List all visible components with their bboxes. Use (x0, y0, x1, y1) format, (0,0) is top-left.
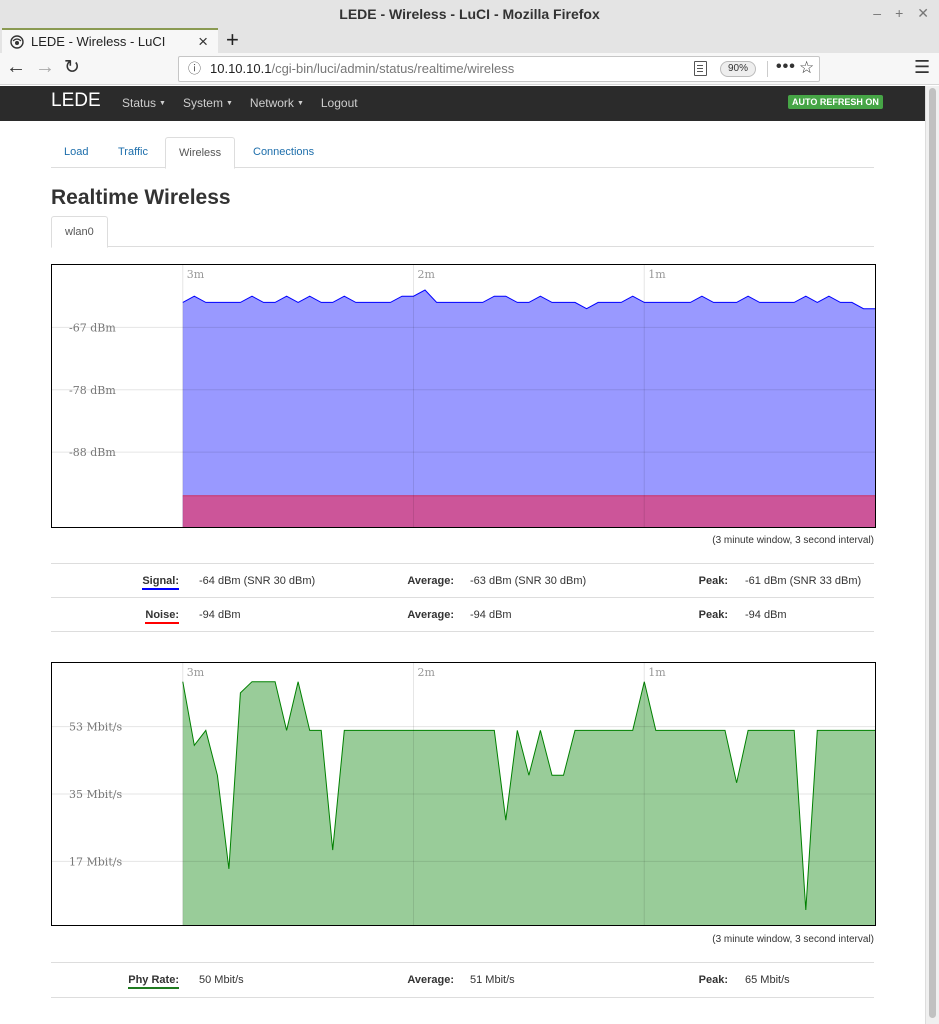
menu-logout[interactable]: Logout (321, 86, 358, 121)
browser-tab[interactable]: LEDE - Wireless - LuCI × (2, 28, 218, 53)
caret-down-icon: ▼ (225, 100, 233, 107)
noise-area (182, 495, 875, 527)
value-tick-label: -67 dBm (69, 321, 116, 334)
zoom-level-badge[interactable]: 90% (720, 61, 757, 77)
signal-peak-value: -61 dBm (SNR 33 dBm) (745, 575, 862, 587)
phy-rate-peak-value: 65 Mbit/s (745, 974, 790, 986)
lede-favicon-icon (10, 34, 24, 49)
phy-rate-peak-label: Peak: (698, 974, 728, 986)
auto-refresh-badge[interactable]: AUTO REFRESH ON (788, 95, 883, 109)
menu-system[interactable]: System ▼ (183, 86, 233, 121)
rate-window-note: (3 minute window, 3 second interval) (712, 934, 874, 945)
window-titlebar: LEDE - Wireless - LuCI - Mozilla Firefox… (0, 0, 939, 28)
page-actions-icon[interactable]: ••• (776, 55, 796, 79)
page-title: Realtime Wireless (51, 186, 231, 209)
noise-label: Noise: (145, 609, 179, 624)
phy-rate-average-value: 51 Mbit/s (470, 974, 515, 986)
phy-rate-area (182, 681, 875, 925)
signal-average-label: Average: (407, 575, 454, 587)
info-icon[interactable]: ⓘ (188, 57, 201, 81)
page-scrollbar[interactable] (925, 86, 939, 1024)
time-tick-label: 2m (418, 666, 436, 679)
url-text[interactable]: 10.10.10.1/cgi-bin/luci/admin/status/rea… (210, 57, 514, 81)
time-tick-label: 1m (648, 268, 666, 281)
signal-row: Signal: -64 dBm (SNR 30 dBm) Average: -6… (51, 564, 874, 598)
tab-connections[interactable]: Connections (240, 137, 327, 168)
signal-chart-svg: 3m 2m 1m -67 dBm -78 dBm -88 dBm (52, 265, 875, 527)
value-tick-label: 17 Mbit/s (69, 855, 122, 868)
bookmark-star-icon[interactable]: ☆ (799, 56, 814, 80)
tab-wireless[interactable]: Wireless (165, 137, 236, 169)
tab-title: LEDE - Wireless - LuCI (31, 34, 166, 49)
maximize-icon[interactable]: + (895, 0, 903, 28)
menu-network[interactable]: Network ▼ (250, 86, 304, 121)
main-menu: Status ▼ System ▼ Network ▼ Logout (122, 86, 375, 121)
tab-strip: LEDE - Wireless - LuCI × + (0, 28, 939, 53)
signal-value: -64 dBm (SNR 30 dBm) (199, 575, 316, 587)
noise-row: Noise: -94 dBm Average: -94 dBm Peak: -9… (51, 598, 874, 632)
tab-load[interactable]: Load (51, 137, 101, 168)
realtime-tabs: Load Traffic Wireless Connections (51, 137, 874, 169)
value-tick-label: -88 dBm (69, 446, 116, 459)
hamburger-menu-icon[interactable]: ☰ (914, 57, 930, 78)
new-tab-icon[interactable]: + (226, 28, 239, 52)
signal-stats-table: Signal: -64 dBm (SNR 30 dBm) Average: -6… (51, 563, 874, 632)
value-tick-label: -78 dBm (69, 384, 116, 397)
time-tick-label: 2m (418, 268, 436, 281)
scrollbar-thumb[interactable] (929, 88, 936, 1018)
navigation-toolbar: ← → ↻ ⓘ 10.10.10.1/cgi-bin/luci/admin/st… (0, 53, 939, 85)
noise-average-label: Average: (407, 609, 454, 621)
noise-peak-value: -94 dBm (745, 609, 787, 621)
signal-window-note: (3 minute window, 3 second interval) (712, 535, 874, 546)
reload-icon[interactable]: ↻ (64, 56, 80, 79)
signal-label: Signal: (142, 575, 179, 590)
tab-traffic[interactable]: Traffic (105, 137, 161, 168)
rate-stats-table: Phy Rate: 50 Mbit/s Average: 51 Mbit/s P… (51, 962, 874, 998)
tab-close-icon[interactable]: × (198, 32, 208, 52)
tab-wlan0[interactable]: wlan0 (51, 216, 108, 248)
window-controls: – + ✕ (873, 0, 929, 28)
signal-graph: 3m 2m 1m -67 dBm -78 dBm -88 dBm (51, 264, 876, 528)
url-bar[interactable]: ⓘ 10.10.10.1/cgi-bin/luci/admin/status/r… (178, 56, 820, 82)
value-tick-label: 35 Mbit/s (69, 788, 122, 801)
noise-average-value: -94 dBm (470, 609, 512, 621)
signal-peak-label: Peak: (698, 575, 728, 587)
signal-area (182, 290, 875, 527)
phy-rate-label: Phy Rate: (128, 974, 179, 989)
signal-average-value: -63 dBm (SNR 30 dBm) (470, 575, 587, 587)
back-icon[interactable]: ← (6, 56, 26, 79)
interface-tabs: wlan0 (51, 216, 874, 248)
caret-down-icon: ▼ (296, 100, 304, 107)
phy-rate-row: Phy Rate: 50 Mbit/s Average: 51 Mbit/s P… (51, 963, 874, 998)
close-window-icon[interactable]: ✕ (917, 0, 929, 28)
time-tick-label: 3m (187, 268, 205, 281)
phy-rate-value: 50 Mbit/s (199, 974, 244, 986)
phy-rate-average-label: Average: (407, 974, 454, 986)
time-tick-label: 3m (187, 666, 205, 679)
noise-value: -94 dBm (199, 609, 241, 621)
time-tick-label: 1m (648, 666, 666, 679)
value-tick-label: 53 Mbit/s (69, 721, 122, 734)
minimize-icon[interactable]: – (873, 0, 881, 28)
rate-graph: 3m 2m 1m 53 Mbit/s 35 Mbit/s 17 Mbit/s (51, 662, 876, 926)
rate-chart-svg: 3m 2m 1m 53 Mbit/s 35 Mbit/s 17 Mbit/s (52, 663, 875, 925)
reader-view-icon[interactable] (694, 61, 707, 76)
menu-status[interactable]: Status ▼ (122, 86, 166, 121)
forward-icon[interactable]: → (35, 56, 55, 79)
noise-peak-label: Peak: (698, 609, 728, 621)
brand-link[interactable]: LEDE (51, 90, 101, 112)
luci-header: LEDE Status ▼ System ▼ Network ▼ Logout AUT… (0, 86, 925, 121)
urlbar-separator (767, 61, 768, 77)
caret-down-icon: ▼ (159, 100, 166, 107)
window-title: LEDE - Wireless - LuCI - Mozilla Firefox (339, 6, 600, 22)
